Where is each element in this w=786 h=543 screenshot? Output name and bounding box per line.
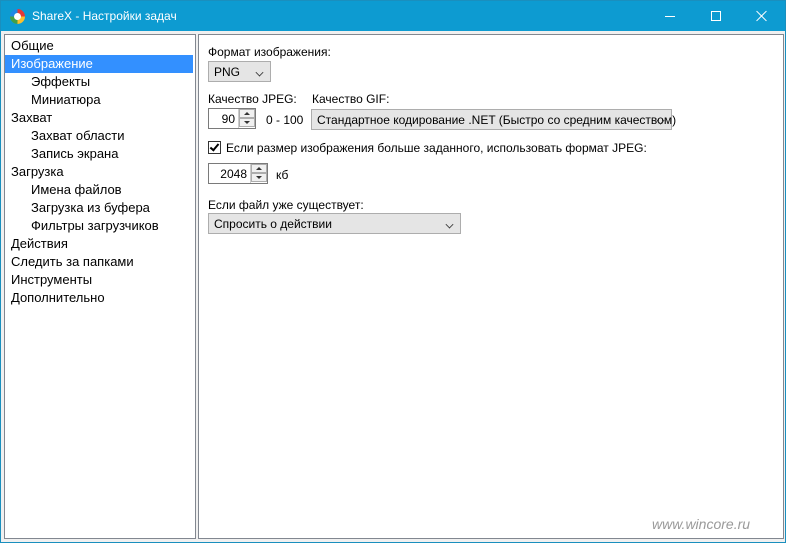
tree-item[interactable]: Эффекты bbox=[5, 73, 90, 91]
stepper-up-icon[interactable] bbox=[239, 109, 255, 118]
title-bar[interactable]: ShareX - Настройки задач bbox=[1, 1, 785, 31]
settings-window: ShareX - Настройки задач Общие Изображени… bbox=[0, 0, 786, 543]
image-format-dropdown[interactable]: PNG bbox=[208, 61, 271, 82]
tree-item[interactable]: Захват bbox=[5, 109, 52, 127]
settings-tree[interactable]: Общие Изображение Эффекты Миниатюра Захват За… bbox=[4, 34, 196, 539]
tree-item[interactable]: Изображение bbox=[5, 55, 193, 73]
gif-quality-dropdown[interactable]: Стандартное кодирование .NET (Быстро со … bbox=[311, 109, 676, 130]
size-limit-checkbox[interactable] bbox=[208, 141, 221, 154]
jpeg-quality-label: Качество JPEG: bbox=[208, 92, 297, 106]
size-limit-stepper[interactable]: 2048 bbox=[208, 163, 268, 184]
minimize-icon bbox=[665, 15, 675, 17]
chevron-down-icon bbox=[445, 220, 454, 229]
tree-item[interactable]: Захват области bbox=[5, 127, 124, 145]
gif-quality-value: Стандартное кодирование .NET (Быстро со … bbox=[317, 113, 677, 127]
size-limit-value: 2048 bbox=[220, 167, 247, 181]
size-limit-label: Если размер изображения больше заданного… bbox=[226, 141, 647, 155]
image-format-label: Формат изображения: bbox=[208, 45, 331, 59]
file-exists-dropdown[interactable]: Спросить о действии bbox=[208, 213, 461, 234]
watermark: www.wincore.ru bbox=[652, 516, 751, 532]
image-format-value: PNG bbox=[214, 65, 241, 79]
maximize-icon bbox=[711, 11, 721, 21]
tree-item[interactable]: Фильтры загрузчиков bbox=[5, 217, 159, 235]
window-title: ShareX - Настройки задач bbox=[32, 9, 177, 23]
image-settings-panel: Формат изображения: PNG Качество JPEG: 9… bbox=[198, 34, 784, 539]
tree-item[interactable]: Загрузка bbox=[5, 163, 64, 181]
tree-item[interactable]: Дополнительно bbox=[5, 289, 105, 307]
tree-item[interactable]: Запись экрана bbox=[5, 145, 118, 163]
stepper-up-icon[interactable] bbox=[251, 164, 267, 173]
tree-item[interactable]: Действия bbox=[5, 235, 68, 253]
minimize-button[interactable] bbox=[647, 1, 693, 31]
file-exists-value: Спросить о действии bbox=[214, 217, 332, 231]
tree-item[interactable]: Имена файлов bbox=[5, 181, 122, 199]
close-button[interactable] bbox=[739, 1, 785, 31]
maximize-button[interactable] bbox=[693, 1, 739, 31]
tree-item[interactable]: Общие bbox=[5, 37, 54, 55]
tree-item[interactable]: Следить за папками bbox=[5, 253, 134, 271]
chevron-down-icon bbox=[255, 68, 264, 77]
tree-item[interactable]: Миниатюра bbox=[5, 91, 101, 109]
jpeg-quality-range: 0 - 100 bbox=[266, 113, 304, 127]
size-limit-unit: кб bbox=[276, 168, 289, 182]
sharex-logo-icon bbox=[10, 9, 25, 24]
stepper-down-icon[interactable] bbox=[251, 173, 267, 182]
jpeg-quality-value: 90 bbox=[221, 112, 235, 126]
tree-item[interactable]: Инструменты bbox=[5, 271, 92, 289]
gif-quality-label: Качество GIF: bbox=[312, 92, 390, 106]
close-icon bbox=[756, 10, 768, 22]
stepper-down-icon[interactable] bbox=[239, 118, 255, 127]
file-exists-label: Если файл уже существует: bbox=[208, 198, 364, 212]
checkmark-icon bbox=[209, 141, 220, 152]
tree-item[interactable]: Загрузка из буфера bbox=[5, 199, 150, 217]
jpeg-quality-stepper[interactable]: 90 bbox=[208, 108, 256, 129]
